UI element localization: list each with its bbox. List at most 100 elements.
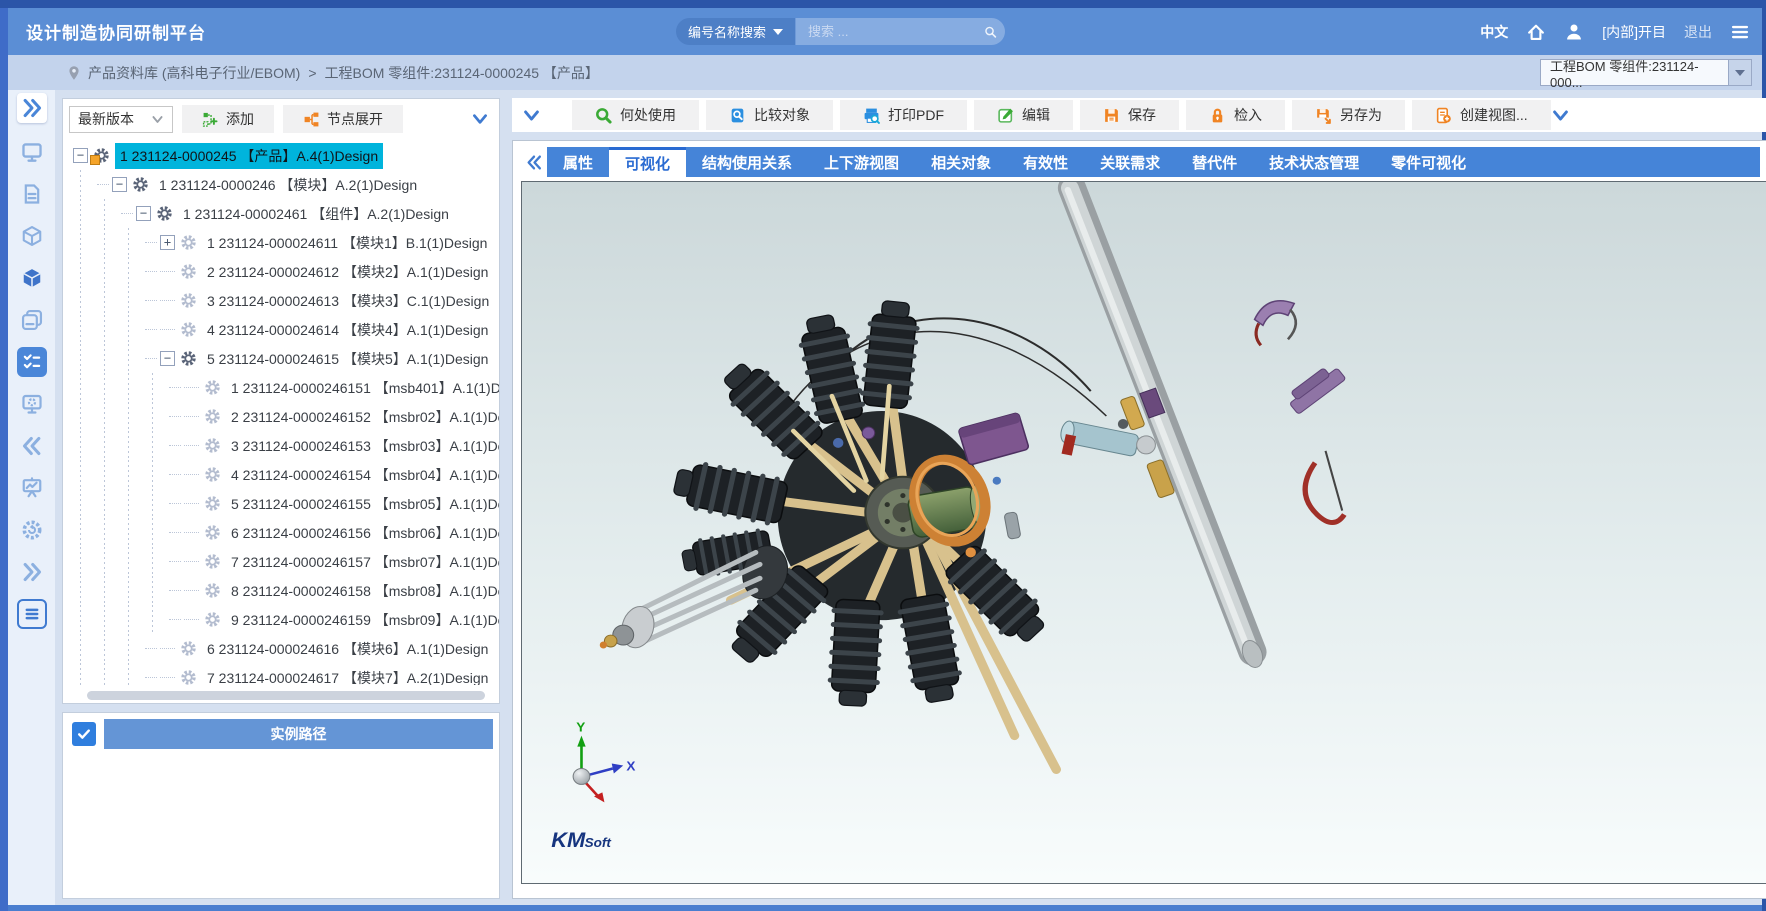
tree-node[interactable]: − 1 231124-00002461 【组件】A.2(1)Design — [63, 199, 499, 228]
tab-visualization[interactable]: 可视化 — [609, 147, 686, 177]
context-selector[interactable]: 工程BOM 零组件:231124-000... — [1540, 59, 1752, 86]
tree-node-label[interactable]: 8 231124-0000246158 【msbr08】A.1(1)Design — [226, 578, 499, 604]
tree-node-label[interactable]: 7 231124-0000246157 【msbr07】A.1(1)Design — [226, 549, 499, 575]
where-used-button[interactable]: 何处使用 — [572, 100, 699, 130]
search-input[interactable] — [808, 24, 984, 39]
version-filter-select[interactable]: 最新版本 — [69, 106, 173, 133]
tab-up-downstream[interactable]: 上下游视图 — [808, 147, 915, 177]
sidebar-item-collapse-panel[interactable] — [17, 431, 47, 461]
language-switch[interactable]: 中文 — [1480, 22, 1508, 42]
tree-node-label[interactable]: 1 231124-0000246 【模块】A.2(1)Design — [154, 172, 422, 198]
sidebar-item-workstation[interactable] — [17, 389, 47, 419]
breadcrumb-location[interactable]: 产品资料库 (高科电子行业/EBOM) — [88, 63, 300, 83]
3d-viewport[interactable]: Y X KM Soft — [521, 181, 1766, 884]
tree-horizontal-scrollbar[interactable] — [87, 691, 485, 700]
search-category-dropdown[interactable]: 编号名称搜索 — [676, 18, 795, 45]
context-selector-dropdown-button[interactable] — [1728, 59, 1752, 86]
instance-path-checkbox[interactable] — [72, 722, 96, 746]
3d-model-canvas[interactable]: Y X KM Soft — [522, 182, 1766, 883]
tree-node-label[interactable]: 6 231124-0000246156 【msbr06】A.1(1)Design — [226, 520, 499, 546]
tree-node[interactable]: 3 231124-0000246153 【msbr03】A.1(1)Design — [63, 431, 499, 460]
tree-node[interactable]: 2 231124-0000246152 【msbr02】A.1(1)Design — [63, 402, 499, 431]
tree-node-label[interactable]: 2 231124-0000246152 【msbr02】A.1(1)Design — [226, 404, 499, 430]
save-as-button[interactable]: 另存为 — [1292, 100, 1405, 130]
search-icon[interactable] — [984, 22, 997, 42]
tree-guide-line — [121, 547, 145, 576]
home-icon[interactable] — [1526, 22, 1546, 42]
tree-node[interactable]: 5 231124-0000246155 【msbr05】A.1(1)Design — [63, 489, 499, 518]
tree-node-label[interactable]: 4 231124-0000246154 【msbr04】A.1(1)Design — [226, 462, 499, 488]
tree-node[interactable]: 2 231124-000024612 【模块2】A.1(1)Design — [63, 257, 499, 286]
sidebar-item-detail-view[interactable] — [17, 599, 47, 629]
sidebar-item-model-structure[interactable] — [17, 221, 47, 251]
tree-node[interactable]: 3 231124-000024613 【模块3】C.1(1)Design — [63, 286, 499, 315]
tree-connector — [184, 445, 199, 446]
tabs-scroll-right[interactable] — [1760, 147, 1766, 177]
tree-node-label[interactable]: 9 231124-0000246159 【msbr09】A.1(1)Design — [226, 607, 499, 633]
tree-expander-collapse[interactable]: − — [136, 206, 151, 221]
edit-button[interactable]: 编辑 — [974, 100, 1073, 130]
sidebar-item-dashboard[interactable] — [17, 473, 47, 503]
tree-node-label[interactable]: 2 231124-000024612 【模块2】A.1(1)Design — [202, 259, 493, 285]
sidebar-item-documents[interactable] — [17, 179, 47, 209]
tree-node[interactable]: 8 231124-0000246158 【msbr08】A.1(1)Design — [63, 576, 499, 605]
sidebar-item-bom-checklist[interactable] — [17, 347, 47, 377]
tree-node-label[interactable]: 7 231124-000024617 【模块7】A.2(1)Design — [202, 665, 493, 686]
sidebar-item-settings[interactable] — [17, 515, 47, 545]
tree-node[interactable]: 9 231124-0000246159 【msbr09】A.1(1)Design — [63, 605, 499, 634]
print-pdf-button[interactable]: 打印PDF — [840, 100, 967, 130]
user-avatar-icon[interactable] — [1564, 22, 1584, 42]
toolbar-collapse-chevron-right[interactable] — [1551, 106, 1570, 125]
tab-related-requirements[interactable]: 关联需求 — [1084, 147, 1176, 177]
tree-node-label[interactable]: 4 231124-000024614 【模块4】A.1(1)Design — [202, 317, 493, 343]
toolbar-collapse-chevron-left[interactable] — [522, 106, 541, 125]
tree-node[interactable]: 7 231124-0000246157 【msbr07】A.1(1)Design — [63, 547, 499, 576]
tree-node-label[interactable]: 1 231124-0000245 【产品】A.4(1)Design — [115, 143, 383, 169]
tree-node[interactable]: 6 231124-0000246156 【msbr06】A.1(1)Design — [63, 518, 499, 547]
logout-link[interactable]: 退出 — [1684, 22, 1712, 42]
expand-node-button[interactable]: 节点展开 — [283, 105, 403, 133]
tab-part-visualization[interactable]: 零件可视化 — [1375, 147, 1482, 177]
instance-path-header[interactable]: 实例路径 — [104, 719, 493, 749]
tab-substitutes[interactable]: 替代件 — [1176, 147, 1253, 177]
sidebar-item-copies[interactable] — [17, 305, 47, 335]
tab-structure-usage[interactable]: 结构使用关系 — [686, 147, 808, 177]
sidebar-item-workspace[interactable] — [17, 137, 47, 167]
tree-expander-collapse[interactable]: − — [73, 148, 88, 163]
check-in-button[interactable]: 检入 — [1186, 100, 1285, 130]
tree-node[interactable]: − 1 231124-0000245 【产品】A.4(1)Design — [63, 141, 499, 170]
tree-expander-expand[interactable]: + — [160, 235, 175, 250]
tab-tech-state[interactable]: 技术状态管理 — [1253, 147, 1375, 177]
tree-node[interactable]: − 1 231124-0000246 【模块】A.2(1)Design — [63, 170, 499, 199]
tree-node[interactable]: 4 231124-0000246154 【msbr04】A.1(1)Design — [63, 460, 499, 489]
compare-objects-button[interactable]: 比较对象 — [706, 100, 833, 130]
tree-node-label[interactable]: 5 231124-0000246155 【msbr05】A.1(1)Design — [226, 491, 499, 517]
save-button[interactable]: 保存 — [1080, 100, 1179, 130]
tree-node[interactable]: 1 231124-0000246151 【msb401】A.1(1)Design — [63, 373, 499, 402]
tree-node-label[interactable]: 1 231124-000024611 【模块1】B.1(1)Design — [202, 230, 492, 256]
tree-node[interactable]: +1 231124-000024611 【模块1】B.1(1)Design — [63, 228, 499, 257]
sidebar-item-more[interactable] — [17, 557, 47, 587]
tree-node[interactable]: 6 231124-000024616 【模块6】A.1(1)Design — [63, 634, 499, 663]
tab-related-objects[interactable]: 相关对象 — [915, 147, 1007, 177]
tree-node-label[interactable]: 3 231124-000024613 【模块3】C.1(1)Design — [202, 288, 494, 314]
tree-node-label[interactable]: 3 231124-0000246153 【msbr03】A.1(1)Design — [226, 433, 499, 459]
tree-node-label[interactable]: 5 231124-000024615 【模块5】A.1(1)Design — [202, 346, 493, 372]
tree-toolbar-collapse-chevron[interactable] — [471, 110, 489, 128]
tree-node-label[interactable]: 1 231124-00002461 【组件】A.2(1)Design — [178, 201, 454, 227]
tree-node[interactable]: − 5 231124-000024615 【模块5】A.1(1)Design — [63, 344, 499, 373]
hamburger-menu-icon[interactable] — [1730, 22, 1750, 42]
tree-node[interactable]: 4 231124-000024614 【模块4】A.1(1)Design — [63, 315, 499, 344]
tab-properties[interactable]: 属性 — [547, 147, 609, 177]
tree-expander-collapse[interactable]: − — [112, 177, 127, 192]
tabs-scroll-left[interactable] — [521, 147, 547, 177]
add-node-button[interactable]: 添加 — [182, 105, 274, 133]
tab-effectivity[interactable]: 有效性 — [1007, 147, 1084, 177]
tree-node-label[interactable]: 6 231124-000024616 【模块6】A.1(1)Design — [202, 636, 493, 662]
tree-expander-collapse[interactable]: − — [160, 351, 175, 366]
tree-node[interactable]: 7 231124-000024617 【模块7】A.2(1)Design — [63, 663, 499, 685]
tree-node-label[interactable]: 1 231124-0000246151 【msb401】A.1(1)Design — [226, 375, 499, 401]
sidebar-item-product-model[interactable] — [17, 263, 47, 293]
sidebar-item-expand-panel[interactable] — [17, 93, 47, 123]
create-view-button[interactable]: 创建视图... — [1412, 100, 1551, 130]
